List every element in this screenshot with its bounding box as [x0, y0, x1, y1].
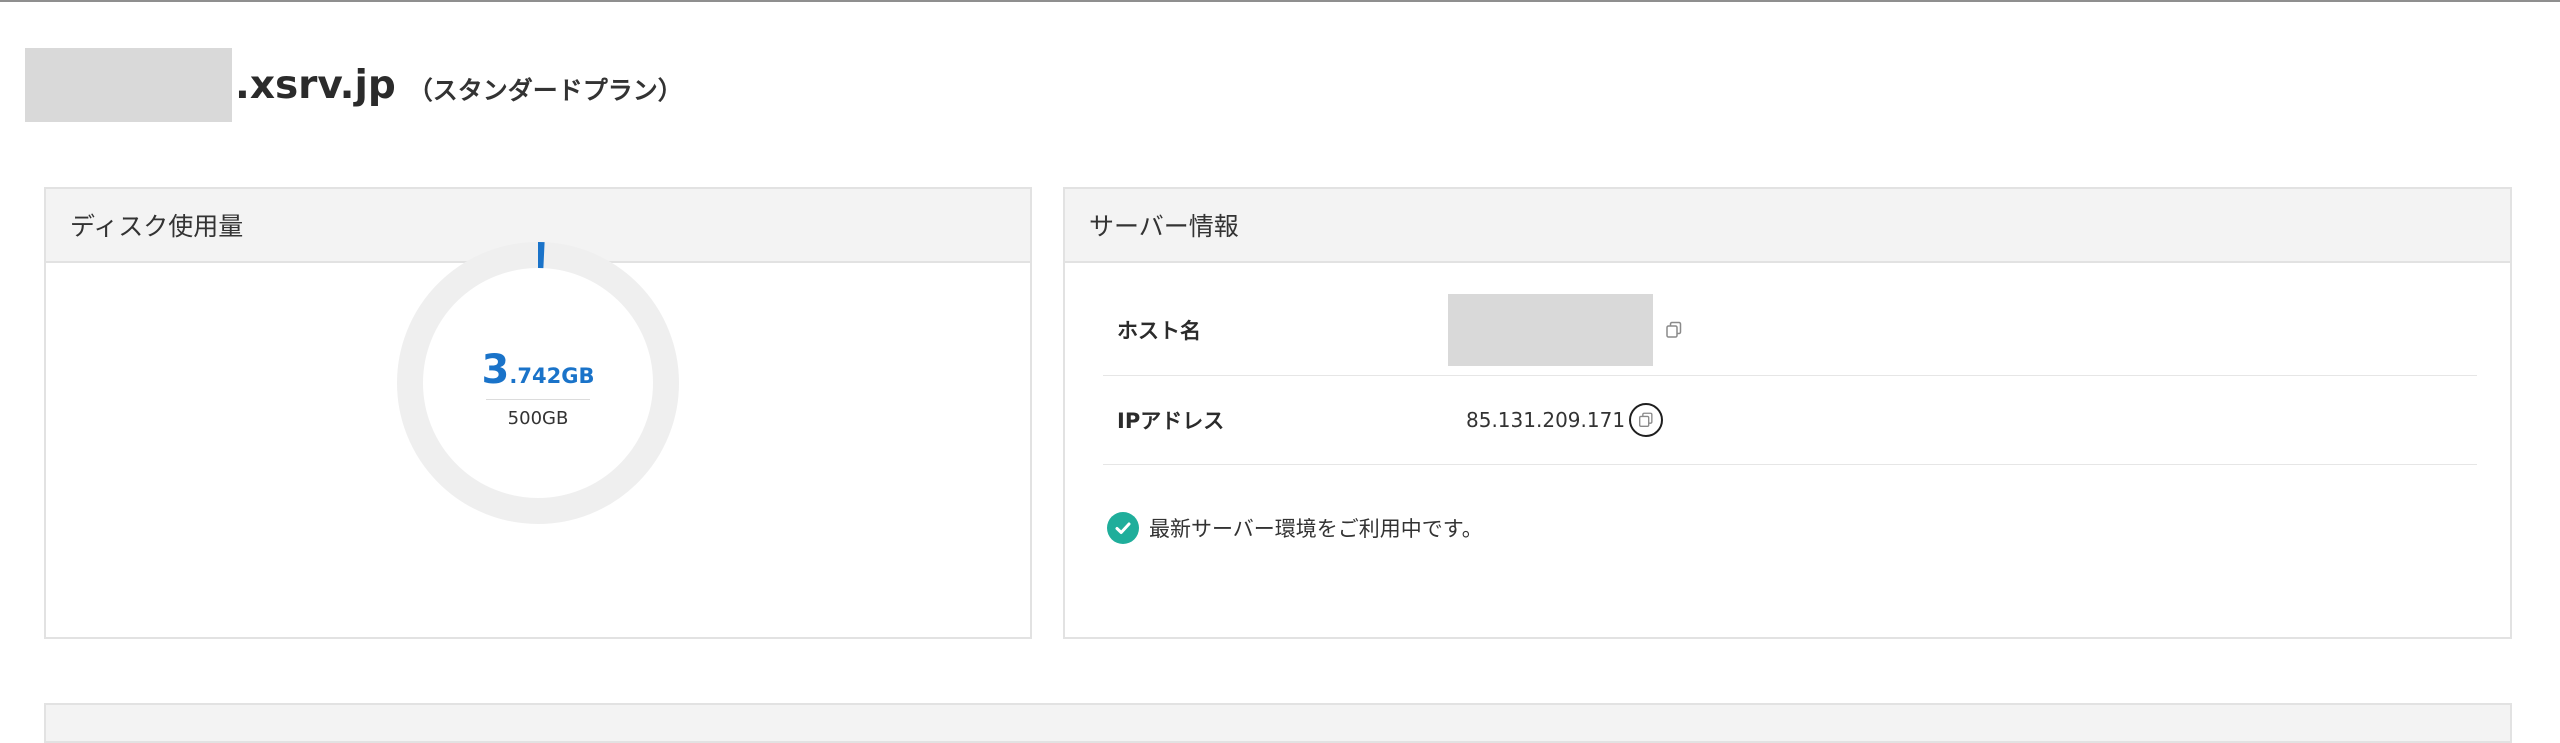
plan-label: （スタンダードプラン） — [407, 76, 683, 105]
top-border — [0, 0, 2560, 2]
server-header: .xsrv.jp （スタンダードプラン） — [25, 48, 683, 122]
server-info-table: ホスト名 IPアドレス 85.131.209.171 — [1103, 285, 2477, 465]
status-text: 最新サーバー環境をご利用中です。 — [1149, 517, 1483, 541]
donut-divider — [486, 399, 590, 400]
server-info-title: サーバー情報 — [1065, 189, 2510, 263]
disk-total-value: 500GB — [507, 408, 569, 429]
host-label: ホスト名 — [1117, 319, 1201, 343]
copy-ip-button[interactable] — [1629, 403, 1664, 437]
copy-icon — [1639, 412, 1653, 427]
disk-usage-donut: 3 .742GB 500GB — [390, 235, 686, 531]
ip-address-value: 85.131.209.171 — [1466, 408, 1626, 432]
donut-center-text: 3 .742GB 500GB — [390, 235, 686, 531]
disk-usage-panel: ディスク使用量 3 .742GB 500GB — [44, 187, 1032, 639]
copy-icon — [1666, 321, 1682, 338]
redacted-hostname — [1448, 294, 1653, 366]
host-row: ホスト名 — [1103, 285, 2477, 376]
copy-hostname-button[interactable] — [1661, 317, 1687, 343]
checkmark-glyph — [1115, 522, 1131, 534]
server-info-panel: サーバー情報 ホスト名 IPアドレス 85.131.209.171 最新サーバー… — [1063, 187, 2512, 639]
disk-used-value: 3 .742GB — [482, 347, 595, 393]
disk-used-decimal: .742GB — [509, 364, 595, 388]
server-status: 最新サーバー環境をご利用中です。 — [1107, 512, 1483, 544]
next-panel-header — [44, 703, 2512, 743]
ip-row: IPアドレス 85.131.209.171 — [1103, 376, 2477, 465]
ip-label: IPアドレス — [1117, 409, 1225, 433]
domain-suffix: .xsrv.jp — [235, 62, 396, 108]
check-icon — [1107, 512, 1139, 544]
disk-used-integer: 3 — [481, 347, 510, 393]
redacted-domain-block — [25, 48, 232, 122]
